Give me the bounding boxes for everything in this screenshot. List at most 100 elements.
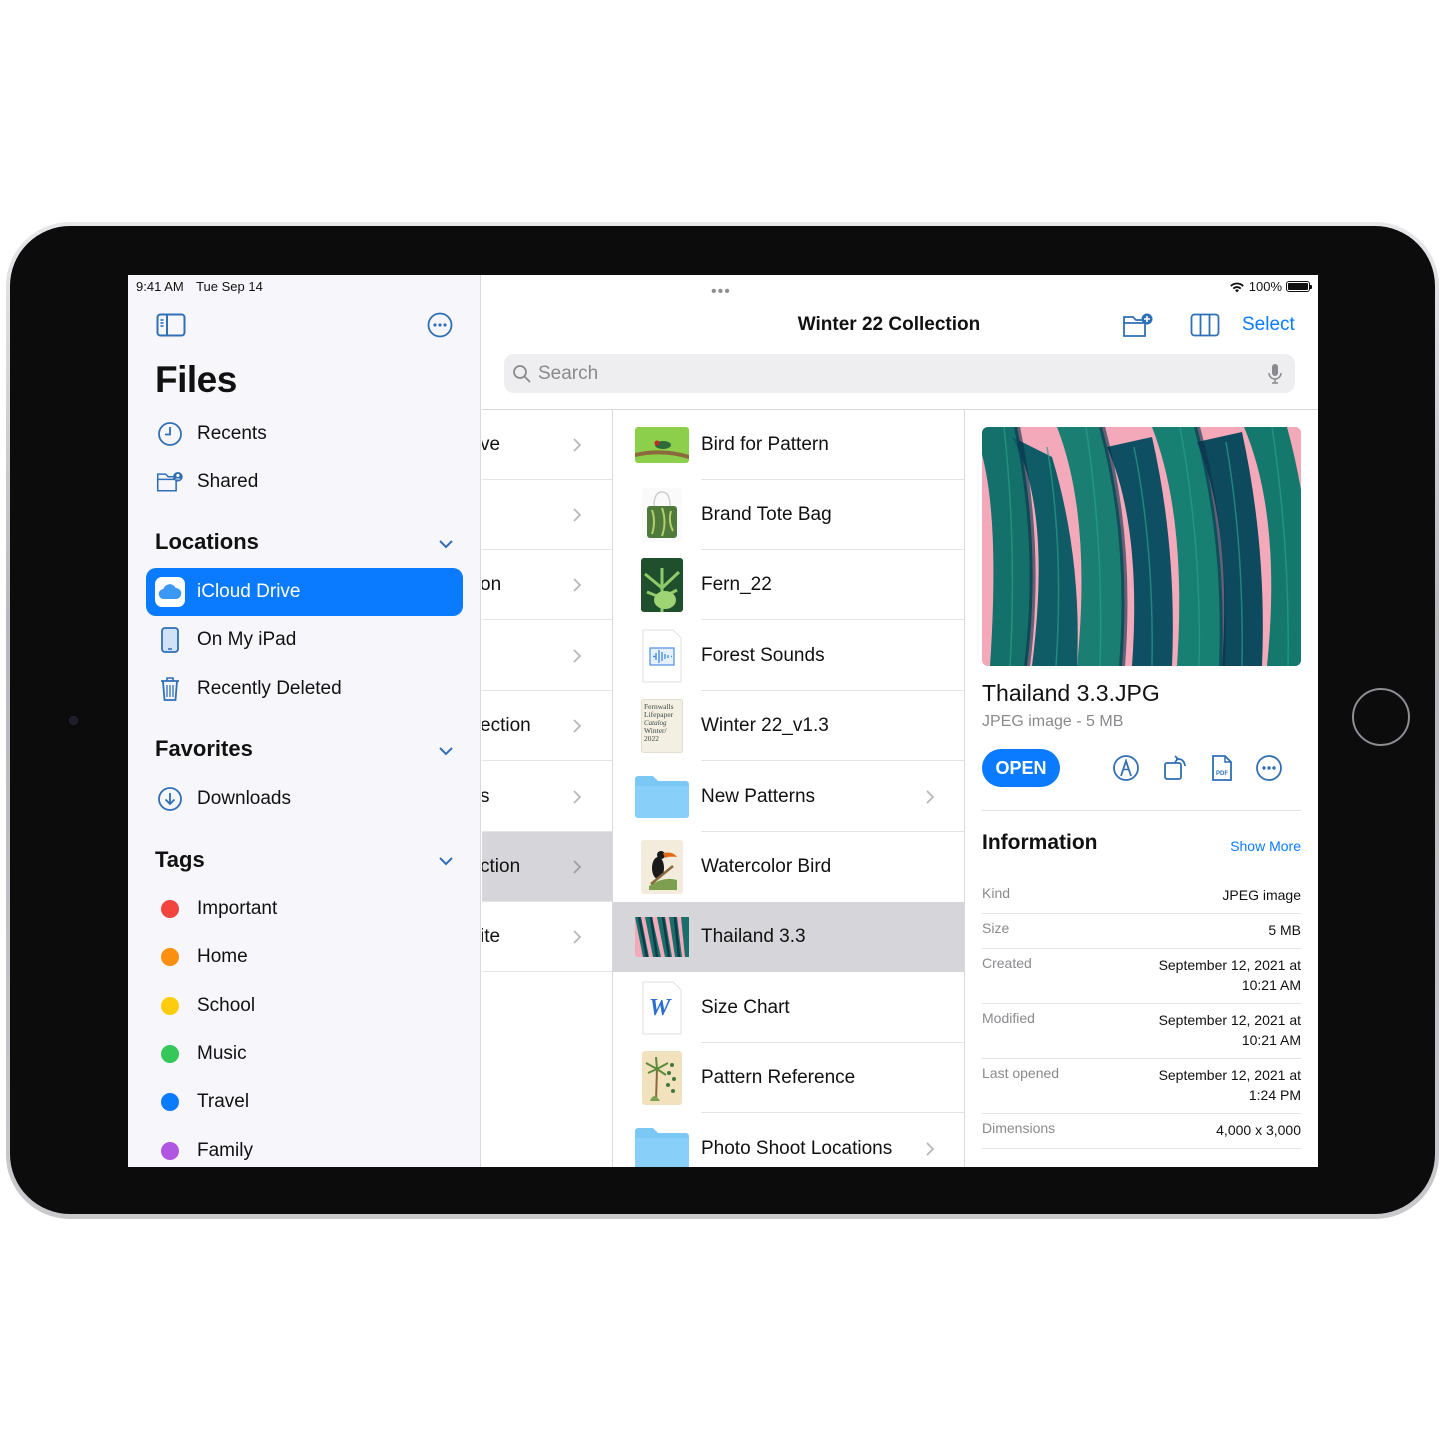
- sidebar-item-recently-deleted[interactable]: Recently Deleted: [156, 669, 342, 709]
- locations-header: Locations: [155, 529, 259, 554]
- folder-row[interactable]: [482, 621, 612, 691]
- info-key: Last opened: [982, 1065, 1060, 1081]
- file-row[interactable]: Forest Sounds: [613, 621, 964, 691]
- folder-icon: [635, 770, 689, 824]
- tag-color-dot: [161, 1045, 179, 1063]
- tag-family[interactable]: Family: [156, 1131, 253, 1167]
- sidebar-toggle-icon[interactable]: [156, 313, 186, 337]
- folder-row[interactable]: ection: [482, 691, 612, 761]
- image-preview[interactable]: [982, 427, 1301, 666]
- file-row[interactable]: Watercolor Bird: [613, 832, 964, 902]
- file-row[interactable]: Fernwalls Lifepaper Catalog Winter/2022 Win…: [613, 691, 964, 761]
- chevron-down-icon[interactable]: [438, 855, 454, 867]
- tag-music[interactable]: Music: [156, 1034, 247, 1074]
- sidebar-item-icloud-drive[interactable]: iCloud Drive: [146, 568, 463, 616]
- info-value: September 12, 2021 at 1:24 PM: [1158, 1067, 1301, 1103]
- search-bar[interactable]: [504, 354, 1295, 393]
- sidebar: 9:41 AM Tue Sep 14 Files Recents Shared: [128, 275, 481, 1167]
- folder-row[interactable]: on: [482, 550, 612, 620]
- sidebar-item-recents[interactable]: Recents: [156, 414, 267, 454]
- trash-icon: [156, 675, 184, 703]
- folder-row-selected[interactable]: ction: [482, 832, 612, 902]
- file-name: Thailand 3.3: [701, 926, 806, 947]
- show-more-link[interactable]: Show More: [1230, 838, 1301, 854]
- rotate-icon[interactable]: [1162, 754, 1190, 782]
- folder-icon: [635, 1122, 689, 1167]
- file-row[interactable]: Bird for Pattern: [613, 410, 964, 480]
- file-row[interactable]: Brand Tote Bag: [613, 480, 964, 550]
- tag-home[interactable]: Home: [156, 937, 248, 977]
- file-row[interactable]: Pattern Reference: [613, 1043, 964, 1113]
- folder-name: Photo Shoot Locations: [701, 1138, 893, 1159]
- fern-image-thumbnail: [635, 558, 689, 612]
- create-pdf-icon[interactable]: PDF: [1208, 754, 1236, 782]
- front-camera: [69, 716, 78, 725]
- file-row[interactable]: Fern_22: [613, 550, 964, 620]
- clock-icon: [156, 420, 184, 448]
- sidebar-item-downloads[interactable]: Downloads: [156, 779, 291, 819]
- tag-important[interactable]: Important: [156, 889, 277, 929]
- home-button[interactable]: [1352, 688, 1410, 746]
- chevron-down-icon[interactable]: [438, 538, 454, 550]
- microphone-icon[interactable]: [1265, 362, 1285, 386]
- open-button[interactable]: OPEN: [982, 749, 1060, 787]
- file-name: Bird for Pattern: [701, 434, 829, 455]
- tag-color-dot: [161, 997, 179, 1015]
- svg-text:PDF: PDF: [1216, 771, 1228, 777]
- tag-color-dot: [161, 1093, 179, 1111]
- folder-row[interactable]: New Patterns: [613, 762, 964, 832]
- folder-row[interactable]: ve: [482, 410, 612, 480]
- tote-bag-thumbnail: [635, 488, 689, 542]
- more-actions-icon[interactable]: [1255, 754, 1283, 782]
- tag-color-dot: [161, 948, 179, 966]
- word-document-icon: W: [635, 981, 689, 1035]
- tag-label: Family: [197, 1140, 253, 1161]
- info-key: Modified: [982, 1010, 1035, 1026]
- divider: [982, 810, 1301, 811]
- divider: [982, 1148, 1301, 1149]
- tag-label: Home: [197, 946, 248, 967]
- info-key: Size: [982, 920, 1010, 936]
- sidebar-item-on-my-ipad[interactable]: On My iPad: [156, 620, 296, 660]
- tag-travel[interactable]: Travel: [156, 1082, 249, 1122]
- bird-image-thumbnail: [635, 418, 689, 472]
- chevron-right-icon: [573, 930, 582, 944]
- audio-file-icon: [635, 629, 689, 683]
- chevron-right-icon: [573, 438, 582, 452]
- folder-row[interactable]: s: [482, 762, 612, 832]
- search-input[interactable]: [538, 362, 1265, 385]
- chevron-down-icon[interactable]: [438, 745, 454, 757]
- tag-school[interactable]: School: [156, 986, 255, 1026]
- sidebar-item-label: iCloud Drive: [197, 581, 301, 602]
- folder-row[interactable]: [482, 480, 612, 550]
- battery-percent: 100%: [1248, 279, 1282, 294]
- info-value: 5 MB: [1268, 922, 1301, 938]
- chevron-right-icon: [573, 578, 582, 592]
- icloud-icon: [155, 577, 185, 607]
- info-value: September 12, 2021 at 10:21 AM: [1158, 1012, 1301, 1048]
- folder-name: New Patterns: [701, 786, 816, 807]
- sidebar-item-shared[interactable]: Shared: [156, 462, 258, 502]
- new-folder-icon[interactable]: [1122, 312, 1154, 338]
- folder-name: s: [482, 786, 490, 808]
- screen: 9:41 AM Tue Sep 14 Files Recents Shared: [128, 275, 1318, 1167]
- folder-row[interactable]: Photo Shoot Locations: [613, 1114, 964, 1167]
- chevron-right-icon: [573, 860, 582, 874]
- column-view-icon[interactable]: [1190, 313, 1220, 337]
- more-options-icon[interactable]: [427, 312, 453, 338]
- svg-text:W: W: [649, 995, 672, 1021]
- folder-row[interactable]: ite: [482, 902, 612, 972]
- palm-image-thumbnail: [635, 1051, 689, 1105]
- download-icon: [156, 785, 184, 813]
- sidebar-item-label: Recents: [197, 423, 267, 444]
- divider: [982, 913, 1301, 914]
- markup-icon[interactable]: [1112, 754, 1140, 782]
- multitasking-grabber[interactable]: •••: [711, 283, 731, 301]
- folder-name: ite: [482, 925, 501, 947]
- sidebar-item-label: Recently Deleted: [197, 678, 342, 699]
- file-row-selected[interactable]: Thailand 3.3: [613, 902, 964, 972]
- file-row[interactable]: W Size Chart: [613, 973, 964, 1043]
- tags-header: Tags: [155, 847, 205, 872]
- info-key: Created: [982, 955, 1032, 971]
- select-button[interactable]: Select: [1242, 314, 1295, 336]
